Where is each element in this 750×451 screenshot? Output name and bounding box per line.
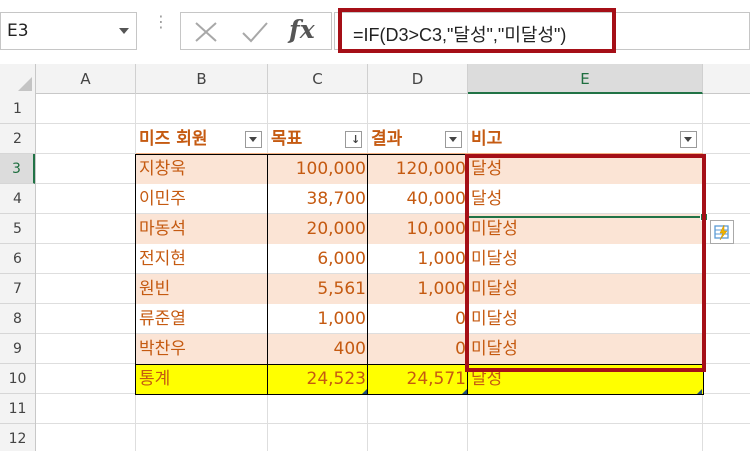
table-cell-note[interactable]: 달성 <box>468 154 703 184</box>
formula-bar: E3 ⋮ fx =IF(D3>C3,"달성","미달성") <box>0 0 750 62</box>
row-header-2[interactable]: 2 <box>0 124 35 154</box>
table-header-label: 미즈 회원 <box>139 129 208 149</box>
table-cell-name[interactable]: 원빈 <box>136 274 268 304</box>
select-all-button[interactable] <box>0 64 36 94</box>
name-box-value: E3 <box>7 21 29 41</box>
spreadsheet-app: E3 ⋮ fx =IF(D3>C3,"달성","미달성") A B C D E … <box>0 0 750 451</box>
corner-marker <box>462 389 467 394</box>
table-cell-target[interactable]: 20,000 <box>268 214 368 244</box>
row-header-1[interactable]: 1 <box>0 94 35 124</box>
table-cell-result[interactable]: 40,000 <box>368 184 468 214</box>
table-header-label: 결과 <box>371 129 403 149</box>
grip-icon[interactable]: ⋮ <box>153 14 169 44</box>
table-cell-result[interactable]: 1,000 <box>368 244 468 274</box>
table-header-label: 비고 <box>471 129 503 149</box>
table-cell-result[interactable]: 120,000 <box>368 154 468 184</box>
table-cell-note[interactable]: 미달성 <box>468 244 703 274</box>
table-cell-name[interactable]: 지창욱 <box>136 154 268 184</box>
quick-analysis-icon[interactable] <box>710 220 734 244</box>
close-icon[interactable] <box>193 21 219 47</box>
table-header-member[interactable]: 미즈 회원 <box>136 124 268 154</box>
table-cell-note[interactable]: 미달성 <box>468 274 703 304</box>
row-header-7[interactable]: 7 <box>0 274 35 304</box>
row-header-8[interactable]: 8 <box>0 304 35 334</box>
table-header-result[interactable]: 결과 <box>368 124 468 154</box>
chevron-down-icon[interactable] <box>119 28 129 34</box>
row-header-9[interactable]: 9 <box>0 334 35 364</box>
corner-marker <box>362 389 367 394</box>
column-header-e[interactable]: E <box>468 64 703 94</box>
row-header-5[interactable]: 5 <box>0 214 35 244</box>
table-cell-target[interactable]: 400 <box>268 334 368 364</box>
insert-function-icon[interactable]: fx <box>289 15 315 44</box>
name-box[interactable]: E3 <box>0 12 137 50</box>
table-cell-name[interactable]: 마동석 <box>136 214 268 244</box>
table-cell-name[interactable]: 전지현 <box>136 244 268 274</box>
table-cell-target[interactable]: 6,000 <box>268 244 368 274</box>
filter-dropdown-icon[interactable] <box>680 131 697 148</box>
table-header-note[interactable]: 비고 <box>468 124 703 154</box>
table-cell-note[interactable]: 달성 <box>468 184 703 214</box>
row-header-11[interactable]: 11 <box>0 394 35 424</box>
table-cell-result[interactable]: 0 <box>368 334 468 364</box>
check-icon[interactable] <box>241 21 269 47</box>
column-header-b[interactable]: B <box>136 64 268 94</box>
table-cell-target[interactable]: 1,000 <box>268 304 368 334</box>
corner-marker <box>697 389 702 394</box>
column-header-f[interactable] <box>703 64 750 94</box>
table-cell-target[interactable]: 38,700 <box>268 184 368 214</box>
total-cell-note[interactable]: 달성 <box>468 364 703 394</box>
table-cell-name[interactable]: 박찬우 <box>136 334 268 364</box>
table-cell-result[interactable]: 10,000 <box>368 214 468 244</box>
formula-function-buttons: fx <box>180 12 332 50</box>
cells-area[interactable]: 미즈 회원 목표 ↓ 결과 비고 지창욱 100,000 120,000 달성 … <box>36 94 750 451</box>
table-cell-target[interactable]: 100,000 <box>268 154 368 184</box>
total-cell-result[interactable]: 24,571 <box>368 364 468 394</box>
fill-handle[interactable] <box>700 213 708 221</box>
table-cell-name[interactable]: 이민주 <box>136 184 268 214</box>
table-header-label: 목표 <box>271 129 303 149</box>
formula-highlight-box <box>338 8 616 53</box>
active-cell-indicator <box>469 216 704 218</box>
row-header-10[interactable]: 10 <box>0 364 35 394</box>
total-cell-target[interactable]: 24,523 <box>268 364 368 394</box>
row-header-12[interactable]: 12 <box>0 424 35 451</box>
column-header-c[interactable]: C <box>268 64 368 94</box>
worksheet-grid: A B C D E 1 2 3 4 5 6 7 8 9 10 11 12 미즈 … <box>0 64 750 451</box>
column-header-row: A B C D E <box>0 64 750 94</box>
row-header-3[interactable]: 3 <box>0 154 35 184</box>
column-header-a[interactable]: A <box>36 64 136 94</box>
table-cell-result[interactable]: 1,000 <box>368 274 468 304</box>
row-header-column: 1 2 3 4 5 6 7 8 9 10 11 12 <box>0 94 36 451</box>
row-header-6[interactable]: 6 <box>0 244 35 274</box>
column-header-d[interactable]: D <box>368 64 468 94</box>
table-cell-note[interactable]: 미달성 <box>468 214 703 244</box>
table-cell-target[interactable]: 5,561 <box>268 274 368 304</box>
filter-dropdown-icon[interactable] <box>445 131 462 148</box>
sort-descending-icon[interactable]: ↓ <box>345 131 362 148</box>
row-header-4[interactable]: 4 <box>0 184 35 214</box>
table-cell-result[interactable]: 0 <box>368 304 468 334</box>
table-cell-note[interactable]: 미달성 <box>468 304 703 334</box>
table-header-target[interactable]: 목표 ↓ <box>268 124 368 154</box>
total-cell-name[interactable]: 통계 <box>136 364 268 394</box>
filter-dropdown-icon[interactable] <box>245 131 262 148</box>
table-cell-note[interactable]: 미달성 <box>468 334 703 364</box>
table-cell-name[interactable]: 류준열 <box>136 304 268 334</box>
